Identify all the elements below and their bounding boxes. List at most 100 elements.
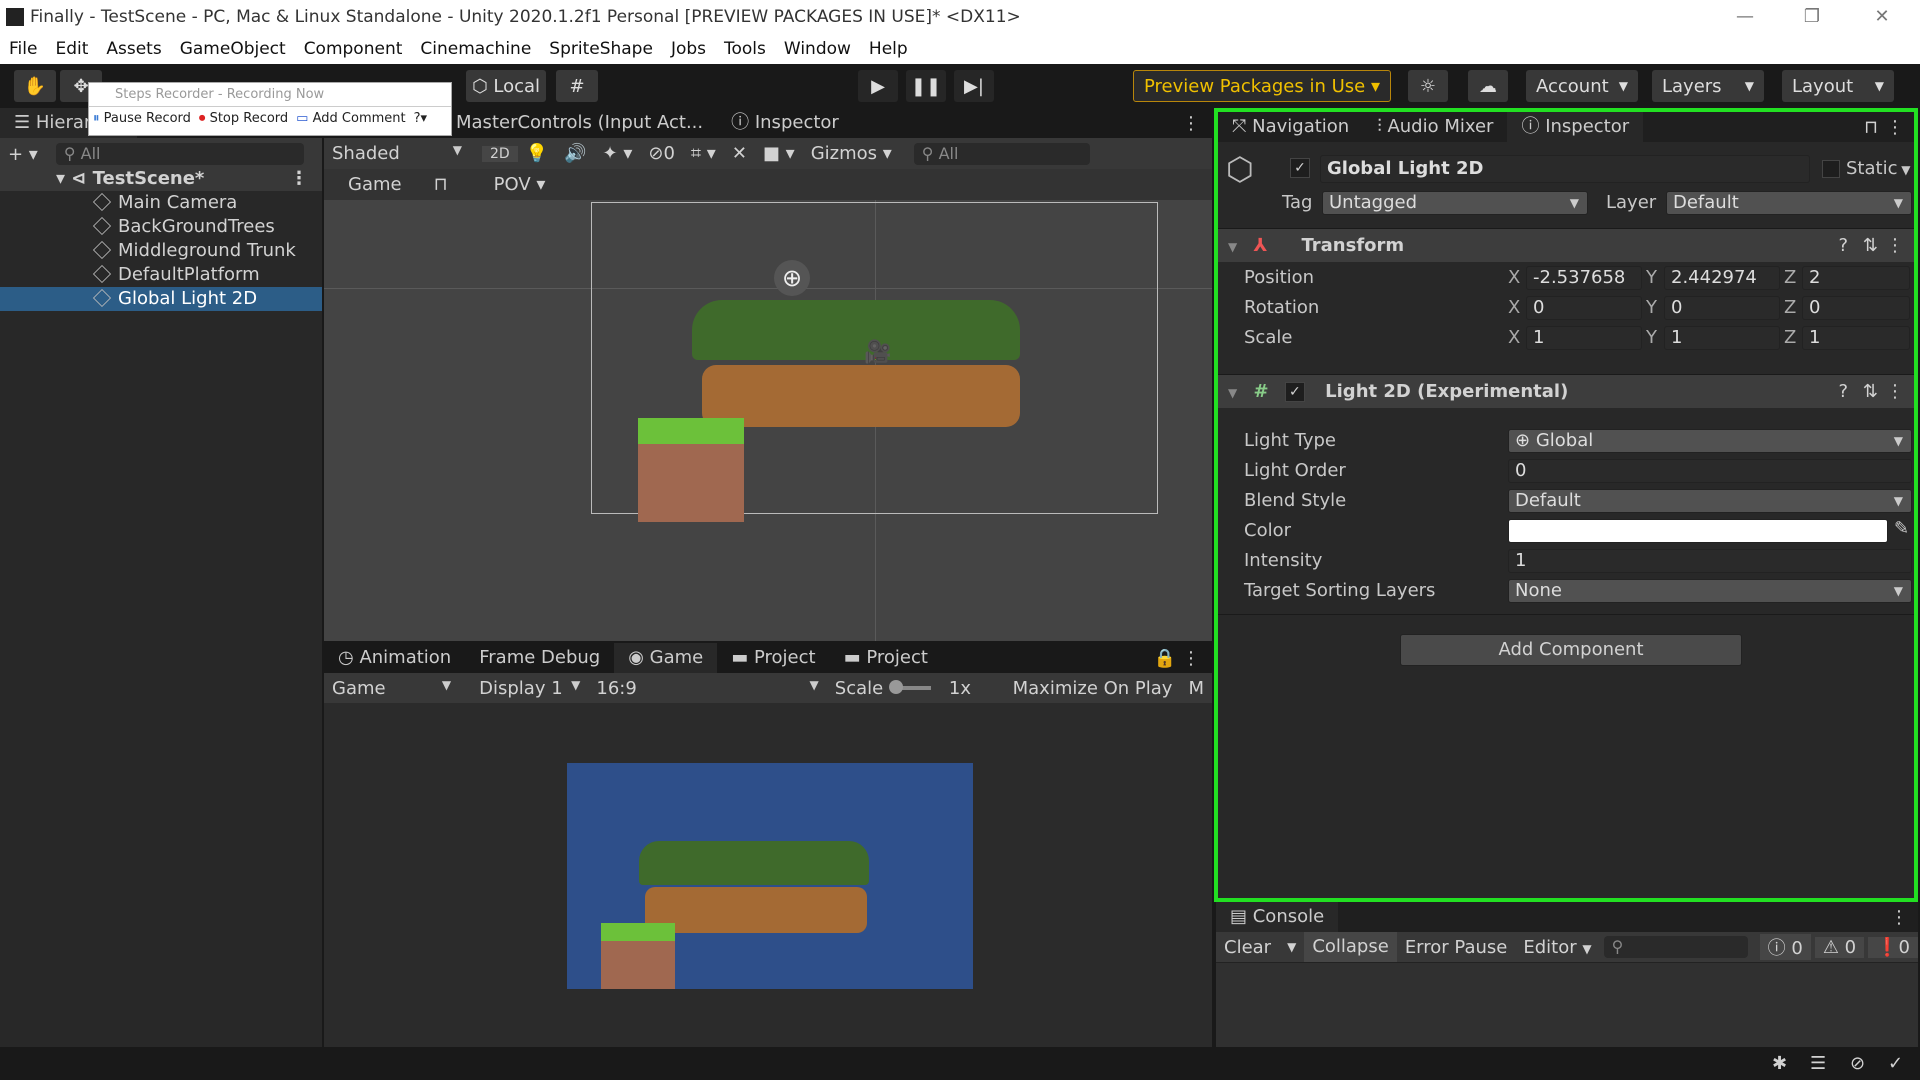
tab-navigation[interactable]: ⤧ Navigation — [1218, 112, 1363, 142]
tab-game[interactable]: ◉ Game — [614, 643, 718, 673]
component-menu-icon[interactable]: ⋮ — [1886, 229, 1904, 263]
transform-header[interactable]: ▼ ⅄ Transform ? ⇅ ⋮ — [1218, 228, 1914, 262]
transform-scale-z-input[interactable]: 1 — [1802, 326, 1910, 350]
light-order-input[interactable]: 0 — [1508, 459, 1912, 483]
pause-record-button[interactable]: ⏸ Pause Record — [93, 111, 191, 126]
scene-viewport[interactable]: ⊕ 🎥 — [324, 200, 1212, 641]
transform-position-x-input[interactable]: -2.537658 — [1526, 266, 1642, 290]
menu-gameobject[interactable]: GameObject — [171, 39, 295, 59]
preset-icon[interactable]: ⇅ — [1863, 375, 1878, 409]
menu-component[interactable]: Component — [295, 39, 412, 59]
layers-dropdown[interactable]: Layers ▼ — [1652, 70, 1764, 102]
2d-toggle[interactable]: 2D — [482, 145, 518, 162]
pivot-local-button[interactable]: ⬡ Local — [466, 70, 546, 102]
tab-animation[interactable]: ◷ Animation — [324, 643, 465, 673]
error-pause-button[interactable]: Error Pause — [1397, 937, 1516, 958]
menu-tools[interactable]: Tools — [715, 39, 775, 59]
panel-menu-icon[interactable]: ⋮ — [1182, 648, 1200, 669]
add-object-button[interactable]: + ▾ — [0, 144, 46, 165]
menu-jobs[interactable]: Jobs — [662, 39, 715, 59]
hierarchy-item-selected[interactable]: Global Light 2D — [0, 287, 322, 311]
axis-y-label[interactable]: Y — [1646, 297, 1657, 318]
tab-audio-mixer[interactable]: ⫶ Audio Mixer — [1363, 112, 1507, 142]
help-icon[interactable]: ?▾ — [414, 111, 427, 126]
account-dropdown[interactable]: Account ▼ — [1526, 70, 1638, 102]
game-view-label[interactable]: Game — [324, 174, 426, 195]
hand-tool-icon[interactable]: ✋ — [14, 70, 56, 102]
hierarchy-search-input[interactable]: ⚲ All — [55, 143, 304, 165]
axis-z-label[interactable]: Z — [1784, 267, 1796, 288]
aspect-dropdown[interactable]: 16:9 ▼ — [588, 678, 826, 699]
collab-icon[interactable]: ☼ — [1408, 70, 1448, 102]
menu-window[interactable]: Window — [775, 39, 860, 59]
component-menu-icon[interactable]: ⋮ — [1886, 375, 1904, 409]
menu-help[interactable]: Help — [860, 39, 917, 59]
scale-slider[interactable] — [889, 680, 931, 694]
light-type-dropdown[interactable]: ⊕ Global ▼ — [1508, 429, 1912, 453]
lock-icon[interactable]: ⊓ — [426, 174, 456, 195]
layer-dropdown[interactable]: Default ▼ — [1666, 191, 1912, 215]
auto-generate-lighting-icon[interactable]: ⊘ — [1850, 1053, 1865, 1074]
lock-icon[interactable]: 🔒 — [1154, 648, 1176, 669]
audio-icon[interactable]: 🔊 — [556, 143, 594, 164]
clear-button[interactable]: Clear — [1216, 937, 1279, 958]
close-button[interactable]: ✕ — [1852, 0, 1912, 34]
axis-z-label[interactable]: Z — [1784, 297, 1796, 318]
console-log-area[interactable] — [1216, 962, 1918, 1047]
camera-gizmo-icon[interactable]: 🎥 — [864, 340, 891, 365]
effects-icon[interactable]: ✦ ▾ — [595, 143, 641, 164]
global-light-gizmo-icon[interactable]: ⊕ — [774, 260, 810, 296]
tab-inspector[interactable]: ⓘ Inspector — [1507, 112, 1644, 142]
collapse-arrow-icon[interactable]: ▼ — [1228, 240, 1237, 254]
editor-dropdown[interactable]: Editor ▼ — [1515, 937, 1599, 958]
lighting-icon[interactable]: 💡 — [518, 143, 556, 164]
maximize-button[interactable]: ❐ — [1782, 0, 1842, 34]
light2d-header[interactable]: ▼ # ✓ Light 2D (Experimental) ? ⇅ ⋮ — [1218, 374, 1914, 408]
warning-filter-toggle[interactable]: ⚠ 0 — [1814, 936, 1865, 958]
tab-project-2[interactable]: ▬ Project — [830, 643, 942, 673]
object-name-input[interactable]: Global Light 2D — [1320, 155, 1810, 183]
hierarchy-item[interactable]: Main Camera — [0, 191, 322, 215]
menu-file[interactable]: File — [0, 39, 46, 59]
gizmos-dropdown[interactable]: Gizmos ▾ — [803, 143, 900, 164]
menu-assets[interactable]: Assets — [97, 39, 170, 59]
layout-dropdown[interactable]: Layout ▼ — [1782, 70, 1894, 102]
axis-x-label[interactable]: X — [1508, 267, 1520, 288]
panel-menu-icon[interactable]: ⋮ — [1182, 113, 1200, 134]
add-component-button[interactable]: Add Component — [1400, 634, 1742, 666]
status-check-icon[interactable]: ✓ — [1888, 1053, 1903, 1074]
light2d-enabled-checkbox[interactable]: ✓ — [1284, 382, 1305, 402]
help-icon[interactable]: ? — [1838, 375, 1848, 409]
hierarchy-item[interactable]: BackGroundTrees — [0, 215, 322, 239]
intensity-input[interactable]: 1 — [1508, 549, 1912, 573]
minimize-button[interactable]: — — [1715, 0, 1775, 34]
preset-icon[interactable]: ⇅ — [1863, 229, 1878, 263]
display-dropdown[interactable]: Display 1 ▼ — [471, 678, 588, 699]
help-icon[interactable]: ? — [1838, 229, 1848, 263]
axis-y-label[interactable]: Y — [1646, 267, 1657, 288]
clear-options-dropdown[interactable]: ▼ — [1279, 940, 1304, 954]
tab-console[interactable]: ▤ Console — [1216, 902, 1339, 932]
axis-x-label[interactable]: X — [1508, 327, 1520, 348]
axis-y-label[interactable]: Y — [1646, 327, 1657, 348]
grid-icon[interactable]: ⌗ ▾ — [683, 143, 724, 164]
hidden-objects-toggle[interactable]: ⊘0 — [640, 143, 683, 164]
tab-project[interactable]: ▬ Project — [717, 643, 829, 673]
panel-menu-icon[interactable]: ⋮ — [1886, 117, 1904, 138]
add-comment-button[interactable]: ▭ Add Comment — [296, 111, 405, 126]
scene-search-input[interactable]: ⚲ All — [913, 142, 1090, 165]
transform-position-z-input[interactable]: 2 — [1802, 266, 1910, 290]
play-button[interactable]: ▶ — [858, 70, 898, 102]
error-filter-toggle[interactable]: ❗0 — [1868, 936, 1918, 958]
stop-record-button[interactable]: ⏺ Stop Record — [199, 111, 288, 126]
transform-rotation-z-input[interactable]: 0 — [1802, 296, 1910, 320]
cache-icon[interactable]: ☰ — [1810, 1053, 1826, 1074]
hierarchy-item[interactable]: Middleground Trunk — [0, 239, 322, 263]
active-checkbox[interactable]: ✓ — [1290, 158, 1310, 178]
debug-icon[interactable]: ✱ — [1772, 1053, 1787, 1074]
transform-rotation-y-input[interactable]: 0 — [1664, 296, 1780, 320]
tag-dropdown[interactable]: Untagged ▼ — [1322, 191, 1588, 215]
shading-dropdown[interactable]: Shaded ▼ — [324, 143, 470, 164]
camera-icon[interactable]: ■ ▾ — [755, 143, 803, 164]
menu-edit[interactable]: Edit — [46, 39, 97, 59]
